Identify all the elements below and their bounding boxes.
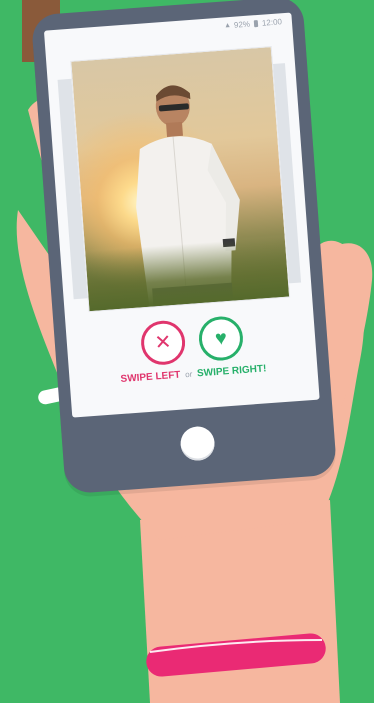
battery-percent: 92% xyxy=(233,19,251,30)
heart-icon: ♥ xyxy=(214,327,228,350)
profile-photo xyxy=(71,47,290,312)
like-button[interactable]: ♥ xyxy=(197,314,245,363)
signal-icon: ▲ xyxy=(223,22,231,30)
phone: ▲ 92% 12:00 ✕ ♥ SWIPE LEFT or SWIPE RIGH… xyxy=(30,0,338,495)
dislike-button[interactable]: ✕ xyxy=(139,319,187,367)
swipe-right-label: SWIPE RIGHT! xyxy=(196,363,267,380)
phone-screen: ▲ 92% 12:00 ✕ ♥ SWIPE LEFT or SWIPE RIGH… xyxy=(43,12,320,418)
status-bar: ▲ 92% 12:00 xyxy=(224,17,282,30)
scene: ▲ 92% 12:00 ✕ ♥ SWIPE LEFT or SWIPE RIGH… xyxy=(0,0,374,703)
close-icon: ✕ xyxy=(153,331,173,355)
or-label: or xyxy=(184,369,193,380)
status-time: 12:00 xyxy=(261,17,283,28)
battery-icon xyxy=(253,19,259,28)
profile-photo-card[interactable] xyxy=(70,46,291,313)
swipe-left-label: SWIPE LEFT xyxy=(120,369,181,385)
